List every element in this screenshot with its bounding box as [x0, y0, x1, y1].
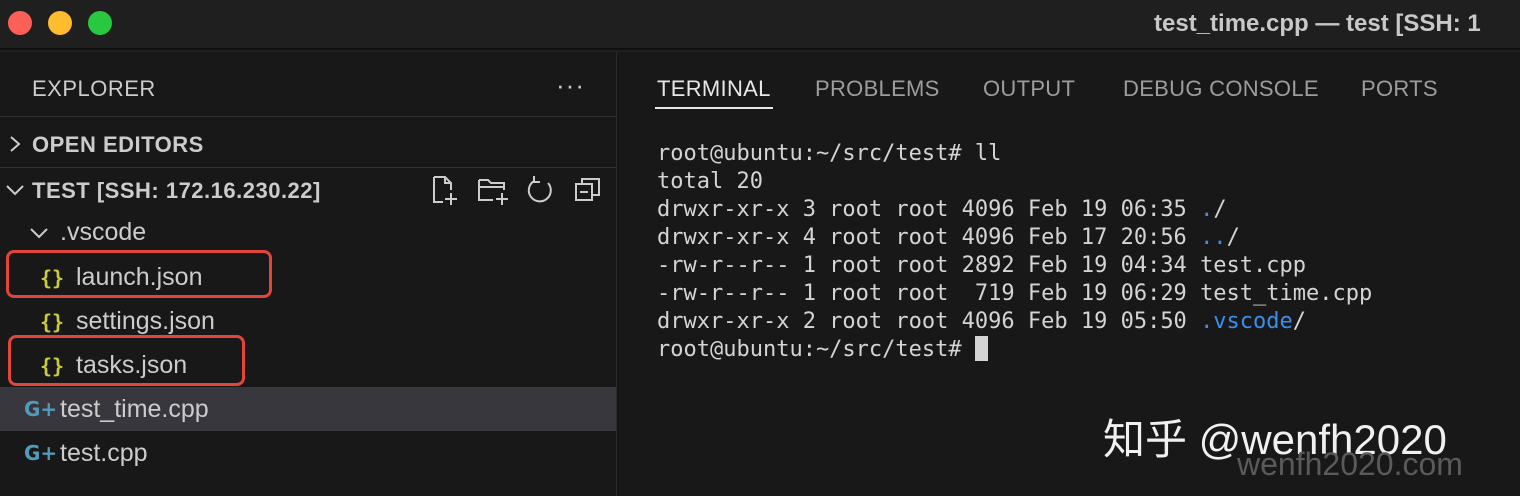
section-divider — [0, 167, 616, 168]
watermark-secondary: wenfh2020.com — [1237, 446, 1463, 482]
chevron-down-icon — [28, 222, 50, 249]
section-divider — [0, 116, 616, 117]
terminal-line-total: total 20 — [657, 169, 763, 194]
entry-name: .. — [1200, 225, 1227, 250]
terminal-prompt: root@ubuntu:~/src/test# — [657, 141, 975, 166]
file-name: settings.json — [76, 307, 215, 335]
tab-debug-console[interactable]: DEBUG CONSOLE — [1123, 76, 1319, 102]
terminal-output[interactable]: root@ubuntu:~/src/test# ll total 20 drwxr-… — [657, 140, 1372, 364]
collapse-all-icon[interactable] — [572, 174, 604, 211]
cpp-icon: G+ — [24, 397, 58, 421]
close-window-button[interactable] — [8, 11, 32, 35]
chevron-down-icon[interactable] — [4, 179, 26, 206]
terminal-prompt: root@ubuntu:~/src/test# — [657, 337, 975, 362]
entry-details: -rw-r--r-- 1 root root 719 Feb 19 06:29 — [657, 281, 1201, 306]
entry-name: .vscode — [1200, 309, 1293, 334]
entry-details: drwxr-xr-x 4 root root 4096 Feb 17 20:56 — [657, 225, 1201, 250]
terminal-line-entry: drwxr-xr-x 3 root root 4096 Feb 19 06:35… — [657, 196, 1372, 224]
tab-output[interactable]: OUTPUT — [983, 76, 1075, 102]
terminal-line-prompt: root@ubuntu:~/src/test# — [657, 336, 1372, 364]
entry-suffix: / — [1226, 225, 1240, 250]
entry-name: test.cpp — [1200, 253, 1307, 278]
window-title: test_time.cpp — test [SSH: 1 — [1154, 10, 1481, 37]
bottom-panel: TERMINAL PROBLEMS OUTPUT DEBUG CONSOLE P… — [617, 52, 1520, 496]
open-editors-header[interactable]: OPEN EDITORS — [32, 132, 204, 158]
terminal-line-entry: -rw-r--r-- 1 root root 2892 Feb 19 04:34… — [657, 252, 1372, 280]
entry-name: . — [1200, 197, 1214, 222]
entry-details: -rw-r--r-- 1 root root 2892 Feb 19 04:34 — [657, 253, 1201, 278]
minimize-window-button[interactable] — [48, 11, 72, 35]
entry-details: drwxr-xr-x 3 root root 4096 Feb 19 06:35 — [657, 197, 1201, 222]
explorer-sidebar: EXPLORER ··· OPEN EDITORS TEST [SSH: 172… — [0, 52, 617, 496]
chevron-right-icon[interactable] — [4, 133, 26, 160]
file-test-cpp[interactable]: G+ test.cpp — [0, 431, 616, 475]
more-actions-icon[interactable]: ··· — [556, 70, 585, 101]
terminal-line-command: root@ubuntu:~/src/test# ll — [657, 140, 1372, 168]
new-file-icon[interactable] — [428, 174, 460, 211]
entry-suffix: / — [1292, 309, 1307, 334]
terminal-line-entry: -rw-r--r-- 1 root root 719 Feb 19 06:29 … — [657, 280, 1372, 308]
folder-vscode[interactable]: .vscode — [0, 211, 616, 255]
json-icon: {} — [40, 310, 65, 334]
terminal-cursor — [974, 336, 988, 361]
file-name: test.cpp — [60, 439, 148, 467]
explorer-title: EXPLORER — [32, 76, 156, 101]
refresh-icon[interactable] — [524, 174, 556, 211]
active-tab-indicator — [655, 107, 773, 109]
workspace-header[interactable]: TEST [SSH: 172.16.230.22] — [32, 178, 321, 204]
tab-problems[interactable]: PROBLEMS — [815, 76, 940, 102]
maximize-window-button[interactable] — [88, 11, 112, 35]
entry-name: test_time.cpp — [1200, 281, 1373, 306]
terminal-line-entry: drwxr-xr-x 4 root root 4096 Feb 17 20:56… — [657, 224, 1372, 252]
file-test-time-cpp[interactable]: G+ test_time.cpp — [0, 387, 616, 431]
title-bar: test_time.cpp — test [SSH: 1 — [0, 0, 1520, 50]
folder-name: .vscode — [60, 218, 147, 246]
highlight-box-tasks-json — [8, 335, 245, 386]
tab-terminal[interactable]: TERMINAL — [657, 76, 771, 102]
tab-ports[interactable]: PORTS — [1361, 76, 1438, 102]
highlight-box-launch-json — [6, 250, 272, 298]
file-name: test_time.cpp — [60, 395, 209, 423]
cpp-icon: G+ — [24, 441, 58, 465]
terminal-command: ll — [974, 141, 1002, 166]
terminal-line-entry: drwxr-xr-x 2 root root 4096 Feb 19 05:50… — [657, 308, 1372, 336]
entry-suffix: / — [1213, 197, 1227, 222]
entry-details: drwxr-xr-x 2 root root 4096 Feb 19 05:50 — [657, 309, 1201, 334]
new-folder-icon[interactable] — [476, 174, 510, 211]
